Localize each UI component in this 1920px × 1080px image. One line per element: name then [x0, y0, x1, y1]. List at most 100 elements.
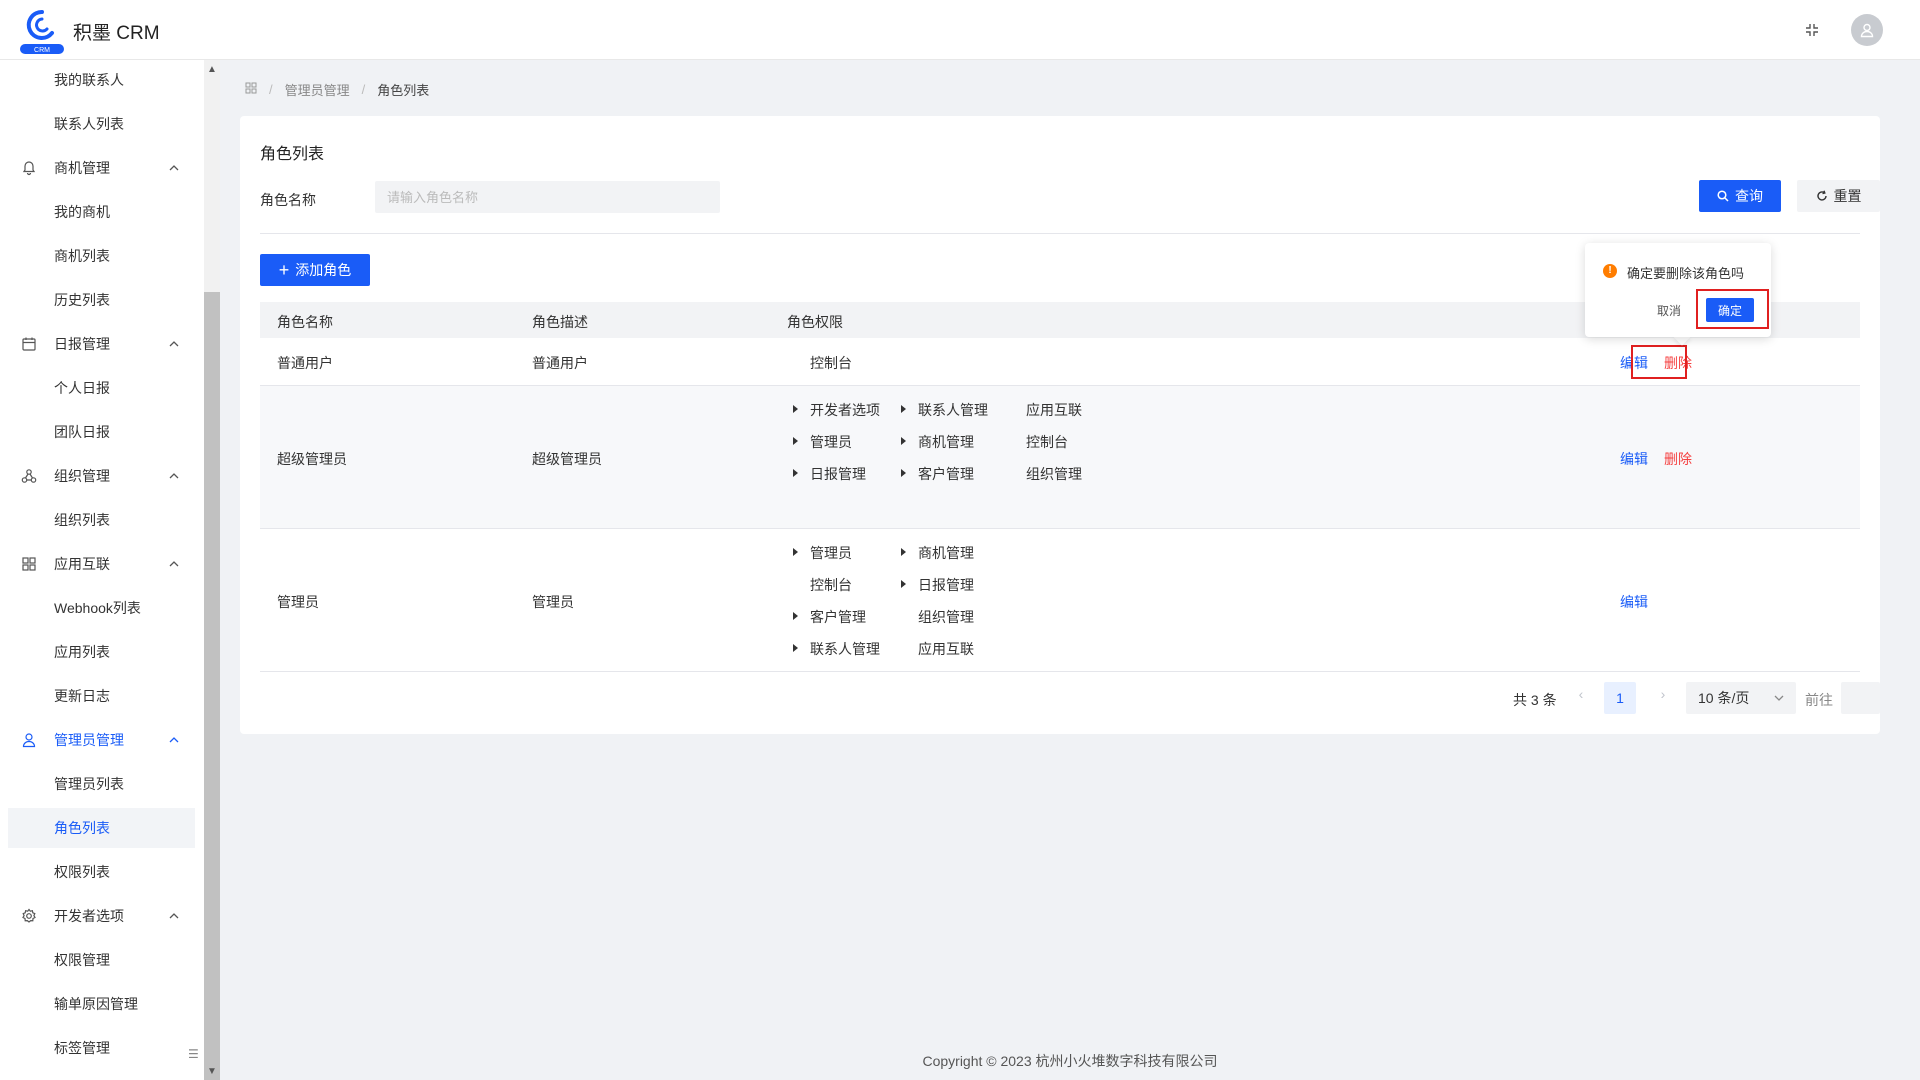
plus-icon: +: [278, 260, 290, 280]
sidebar-item-label: 历史列表: [54, 292, 110, 308]
sidebar-item-label: 商机列表: [54, 248, 110, 264]
sidebar-item-label: 应用互联: [54, 556, 110, 572]
sidebar-item-label: 应用列表: [54, 644, 110, 660]
goto-label: 前往: [1805, 692, 1833, 708]
highlight-ok-box: [1696, 289, 1769, 329]
table-row: 超级管理员 超级管理员 开发者选项 联系人管理 应用互联管理员 商机管理 控制台日报管理 客户…: [260, 386, 1860, 529]
role-name-cell: 超级管理员: [277, 450, 347, 467]
permission-node[interactable]: 联系人管理: [810, 639, 880, 659]
sidebar-item-label: 管理员列表: [54, 776, 124, 792]
sidebar-group-2[interactable]: 商机管理: [0, 148, 204, 188]
sidebar-item-17[interactable]: 角色列表: [8, 808, 195, 848]
sidebar-group-6[interactable]: 日报管理: [0, 324, 204, 364]
filter-divider: [260, 233, 1860, 234]
sidebar-item-label: 个人日报: [54, 380, 110, 396]
sidebar-group-19[interactable]: 开发者选项: [0, 896, 204, 936]
permission-node[interactable]: 组织管理: [918, 607, 974, 627]
search-button[interactable]: 查询: [1699, 180, 1781, 212]
avatar[interactable]: [1851, 14, 1883, 46]
footer-copyright: Copyright © 2023 杭州小火堆数字科技有限公司: [922, 1053, 1218, 1069]
org-icon: [21, 468, 37, 484]
caret-right-icon[interactable]: [793, 548, 798, 556]
chevron-up-icon: [168, 557, 180, 569]
breadcrumb-separator: /: [361, 81, 366, 97]
sidebar-item-14[interactable]: 更新日志: [0, 676, 204, 716]
edit-button[interactable]: 编辑: [1620, 592, 1648, 612]
role-name-label: 角色名称: [260, 192, 316, 208]
grid-icon: [21, 556, 37, 572]
goto-page-input[interactable]: [1841, 682, 1880, 714]
prev-page-button[interactable]: ‹: [1571, 686, 1591, 706]
sidebar-item-13[interactable]: 应用列表: [0, 632, 204, 672]
breadcrumb: / 管理员管理 / 角色列表: [245, 80, 429, 98]
caret-right-icon[interactable]: [901, 437, 906, 445]
caret-right-icon[interactable]: [901, 580, 906, 588]
sidebar-item-16[interactable]: 管理员列表: [0, 764, 204, 804]
sidebar-item-21[interactable]: 输单原因管理: [0, 984, 204, 1024]
sidebar-item-18[interactable]: 权限列表: [0, 852, 204, 892]
caret-right-icon[interactable]: [901, 469, 906, 477]
caret-right-icon[interactable]: [793, 437, 798, 445]
permission-node[interactable]: 商机管理: [918, 432, 974, 452]
sidebar-group-15[interactable]: 管理员管理: [0, 720, 204, 760]
grid-home-icon[interactable]: [245, 82, 257, 97]
sidebar-item-1[interactable]: 联系人列表: [0, 104, 204, 144]
caret-right-icon[interactable]: [901, 548, 906, 556]
sidebar-item-label: 角色列表: [54, 820, 110, 836]
permission-node[interactable]: 应用互联: [1026, 400, 1082, 420]
sidebar-item-3[interactable]: 我的商机: [0, 192, 204, 232]
sidebar-scrollbar-thumb[interactable]: [204, 292, 220, 1080]
role-name-input[interactable]: [375, 181, 720, 213]
permission-node[interactable]: 控制台: [1026, 432, 1068, 452]
page-size-select[interactable]: 10 条/页: [1686, 682, 1796, 714]
column-role-name: 角色名称: [277, 314, 333, 330]
permission-node[interactable]: 联系人管理: [918, 400, 988, 420]
sidebar-item-4[interactable]: 商机列表: [0, 236, 204, 276]
popconfirm-cancel-button[interactable]: 取消: [1657, 302, 1681, 319]
permission-node[interactable]: 控制台: [810, 353, 852, 373]
reset-button[interactable]: 重置: [1797, 180, 1880, 212]
permission-node[interactable]: 管理员: [810, 543, 852, 563]
permission-node[interactable]: 应用互联: [918, 639, 974, 659]
role-desc-cell: 超级管理员: [532, 450, 602, 467]
scroll-up-icon[interactable]: ▲: [204, 62, 220, 78]
edit-button[interactable]: 编辑: [1620, 449, 1648, 469]
fullscreen-exit-icon[interactable]: [1800, 18, 1824, 42]
next-page-button[interactable]: ›: [1653, 686, 1673, 706]
logo[interactable]: CRM: [18, 8, 66, 54]
sidebar-item-label: 更新日志: [54, 688, 110, 704]
permission-node[interactable]: 组织管理: [1026, 464, 1082, 484]
permission-node[interactable]: 客户管理: [810, 607, 866, 627]
permission-node[interactable]: 控制台: [810, 575, 852, 595]
permission-node[interactable]: 客户管理: [918, 464, 974, 484]
caret-right-icon[interactable]: [793, 405, 798, 413]
caret-right-icon[interactable]: [793, 469, 798, 477]
chevron-up-icon: [168, 733, 180, 745]
permission-node[interactable]: 管理员: [810, 432, 852, 452]
permission-node[interactable]: 日报管理: [918, 575, 974, 595]
caret-right-icon[interactable]: [901, 405, 906, 413]
sidebar-item-10[interactable]: 组织列表: [0, 500, 204, 540]
user-avatar-icon: [1860, 23, 1874, 38]
sidebar-item-8[interactable]: 团队日报: [0, 412, 204, 452]
permission-node[interactable]: 商机管理: [918, 543, 974, 563]
caret-right-icon[interactable]: [793, 644, 798, 652]
add-role-button[interactable]: + 添加角色: [260, 254, 370, 286]
calendar-icon: [21, 336, 37, 352]
bell-icon: [21, 160, 37, 176]
page-number-1[interactable]: 1: [1604, 682, 1636, 714]
sidebar-item-7[interactable]: 个人日报: [0, 368, 204, 408]
gear-icon: [21, 908, 37, 924]
permission-node[interactable]: 日报管理: [810, 464, 866, 484]
sidebar-group-11[interactable]: 应用互联: [0, 544, 204, 584]
sidebar-item-0[interactable]: 我的联系人: [0, 60, 204, 100]
sidebar-item-20[interactable]: 权限管理: [0, 940, 204, 980]
breadcrumb-item-admin[interactable]: 管理员管理: [285, 80, 350, 99]
role-desc-cell: 管理员: [532, 593, 574, 610]
delete-button[interactable]: 删除: [1664, 449, 1692, 469]
permission-node[interactable]: 开发者选项: [810, 400, 880, 420]
sidebar-item-12[interactable]: Webhook列表: [0, 588, 204, 628]
sidebar-group-9[interactable]: 组织管理: [0, 456, 204, 496]
caret-right-icon[interactable]: [793, 612, 798, 620]
sidebar-item-5[interactable]: 历史列表: [0, 280, 204, 320]
